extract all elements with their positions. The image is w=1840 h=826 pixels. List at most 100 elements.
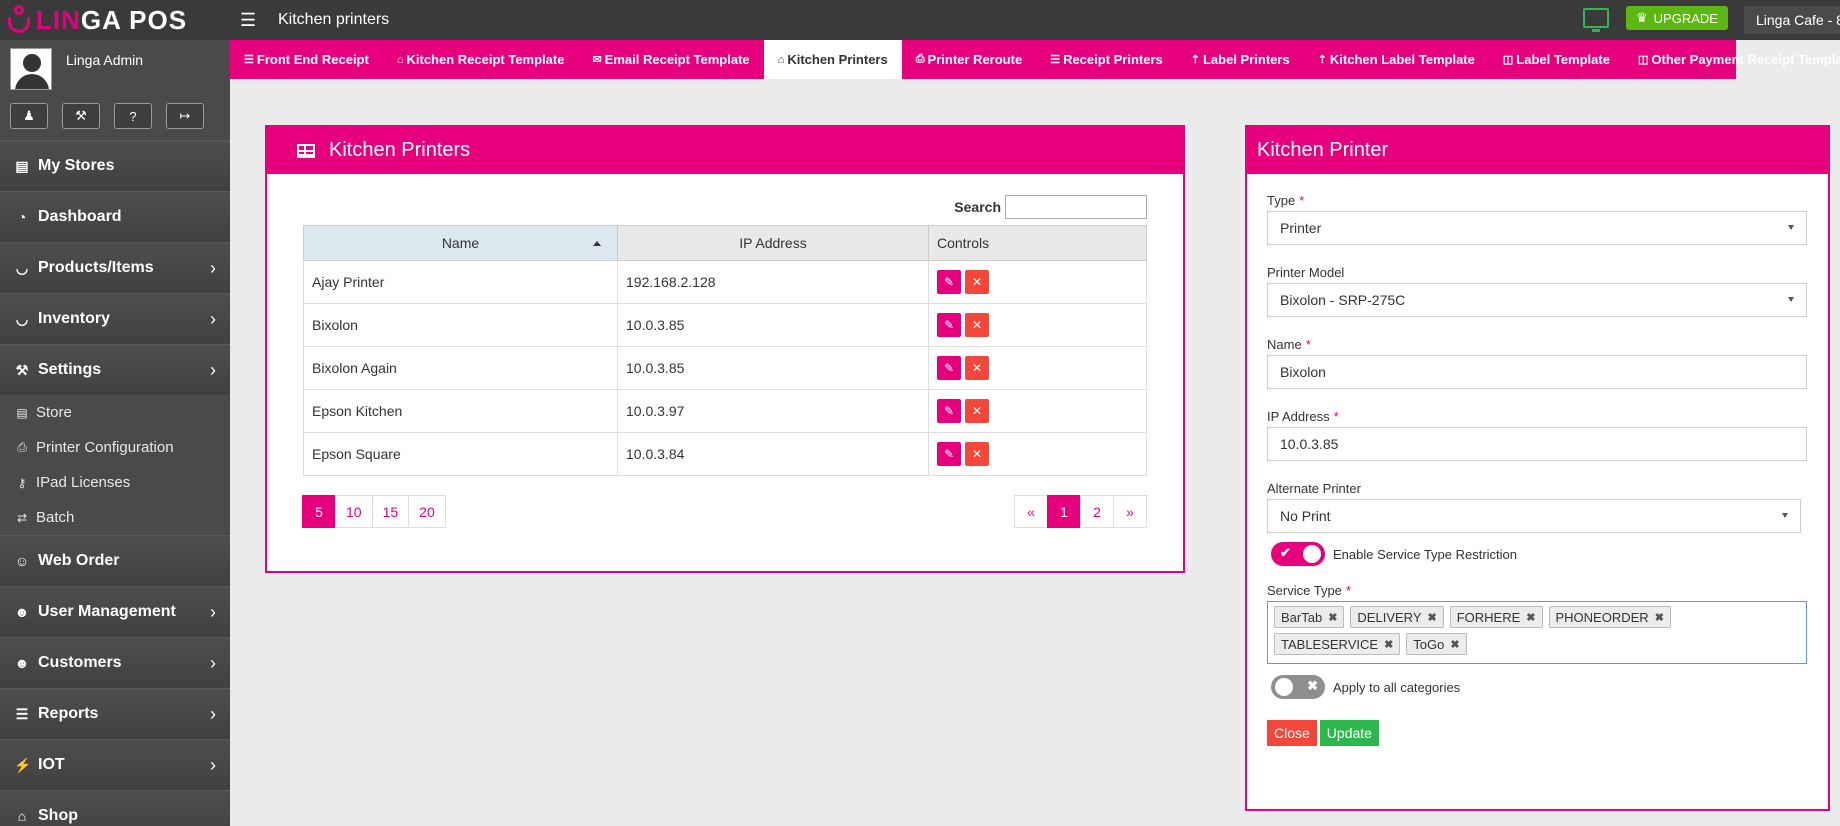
page-size-15[interactable]: 15 bbox=[371, 495, 410, 528]
sidebar-item-customers[interactable]: ☻ Customers › bbox=[0, 637, 230, 688]
sidebar-item-settings[interactable]: ⚒ Settings › bbox=[0, 344, 230, 395]
delete-button[interactable]: ✕ bbox=[965, 399, 989, 423]
printer-form: Type * Printer Printer Model Bixolon - SR… bbox=[1267, 193, 1807, 746]
upgrade-label: UPGRADE bbox=[1653, 10, 1718, 26]
column-header-ip[interactable]: IP Address bbox=[617, 225, 929, 261]
tab-front-end-receipt[interactable]: ☰ Front End Receipt bbox=[230, 40, 383, 79]
sidebar-subitem-printer-configuration[interactable]: ⎙ Printer Configuration bbox=[0, 430, 230, 465]
edit-button[interactable]: ✎ bbox=[937, 442, 961, 466]
store-selector[interactable]: Linga Cafe - 83 bbox=[1744, 6, 1840, 34]
caret-down-icon bbox=[1788, 225, 1794, 230]
edit-button[interactable]: ✎ bbox=[937, 399, 961, 423]
close-button[interactable]: Close bbox=[1267, 720, 1317, 746]
tab-email-receipt-template[interactable]: ✉ Email Receipt Template bbox=[578, 40, 763, 79]
help-button[interactable]: ? bbox=[114, 103, 152, 129]
service-type-tag: FORHERE ✖ bbox=[1449, 606, 1543, 628]
report-icon: ☰ bbox=[15, 705, 29, 722]
envelope-icon: ✉ bbox=[592, 54, 602, 66]
pager-page-1[interactable]: 1 bbox=[1047, 495, 1081, 528]
tab-label: Kitchen Printers bbox=[787, 52, 888, 67]
edit-button[interactable]: ✎ bbox=[937, 356, 961, 380]
sidebar-item-shop[interactable]: ⌂ Shop bbox=[0, 790, 230, 826]
tab-label-printers[interactable]: ⇡ Label Printers bbox=[1177, 40, 1304, 79]
cell-name: Epson Kitchen bbox=[303, 389, 618, 433]
apply-all-toggle[interactable]: ✖ bbox=[1271, 675, 1325, 699]
edit-button[interactable]: ✎ bbox=[937, 270, 961, 294]
logout-button[interactable]: ↦ bbox=[166, 103, 204, 129]
sidebar-item-label: My Stores bbox=[38, 157, 115, 174]
pencil-icon: ✎ bbox=[943, 447, 955, 461]
pager-prev-button[interactable]: « bbox=[1014, 495, 1048, 528]
remove-tag-icon[interactable]: ✖ bbox=[1384, 638, 1393, 651]
search-input[interactable] bbox=[1005, 195, 1147, 219]
column-header-name[interactable]: Name bbox=[303, 225, 618, 261]
tab-kitchen-receipt-template[interactable]: ⌂ Kitchen Receipt Template bbox=[383, 40, 579, 79]
name-input[interactable]: Bixolon bbox=[1267, 355, 1807, 389]
page-size-20[interactable]: 20 bbox=[408, 495, 446, 528]
remove-tag-icon[interactable]: ✖ bbox=[1450, 638, 1459, 651]
wrench-icon: ⚒ bbox=[15, 361, 29, 378]
printer-model-label: Printer Model bbox=[1267, 265, 1345, 280]
tab-other-payment-receipt-template[interactable]: ◫ Other Payment Receipt Template bbox=[1624, 40, 1840, 79]
user-icon: ♟ bbox=[23, 108, 35, 123]
type-select[interactable]: Printer bbox=[1267, 211, 1807, 245]
cell-controls: ✎ ✕ bbox=[928, 260, 1147, 304]
edit-button[interactable]: ✎ bbox=[937, 313, 961, 337]
sidebar-item-products-items[interactable]: ◡ Products/Items › bbox=[0, 242, 230, 293]
tab-receipt-printers[interactable]: ☰ Receipt Printers bbox=[1036, 40, 1177, 79]
printer-model-select[interactable]: Bixolon - SRP-275C bbox=[1267, 283, 1807, 317]
remove-tag-icon[interactable]: ✖ bbox=[1328, 611, 1337, 624]
page-size-10[interactable]: 10 bbox=[335, 495, 373, 528]
sidebar-item-user-management[interactable]: ☻ User Management › bbox=[0, 586, 230, 637]
sidebar-item-inventory[interactable]: ◡ Inventory › bbox=[0, 293, 230, 344]
profile-button[interactable]: ♟ bbox=[10, 103, 48, 129]
menu-icon[interactable]: ☰ bbox=[240, 10, 260, 31]
tab-label: Printer Reroute bbox=[927, 52, 1023, 67]
sidebar-item-my-stores[interactable]: ▤ My Stores bbox=[0, 140, 230, 191]
pagination: «1 2» bbox=[1014, 495, 1147, 528]
sidebar-subitem-batch[interactable]: ⇄ Batch bbox=[0, 500, 230, 535]
table-icon bbox=[297, 143, 315, 158]
delete-button[interactable]: ✕ bbox=[965, 356, 989, 380]
service-restriction-toggle[interactable]: ✔ bbox=[1271, 542, 1325, 566]
sidebar-item-web-order[interactable]: ☺ Web Order bbox=[0, 535, 230, 586]
remove-tag-icon[interactable]: ✖ bbox=[1526, 611, 1535, 624]
logo[interactable]: LINGA POS bbox=[0, 0, 230, 40]
basket-icon: ◡ bbox=[15, 259, 29, 276]
sidebar-item-iot[interactable]: ⚡ IOT › bbox=[0, 739, 230, 790]
sidebar-item-reports[interactable]: ☰ Reports › bbox=[0, 688, 230, 739]
remove-tag-icon[interactable]: ✖ bbox=[1655, 611, 1664, 624]
sidebar-subitem-ipad-licenses[interactable]: ⚷ IPad Licenses bbox=[0, 465, 230, 500]
upgrade-button[interactable]: ♛ UPGRADE bbox=[1626, 6, 1728, 30]
alternate-printer-select[interactable]: No Print bbox=[1267, 499, 1801, 533]
delete-button[interactable]: ✕ bbox=[965, 442, 989, 466]
delete-button[interactable]: ✕ bbox=[965, 313, 989, 337]
remove-tag-icon[interactable]: ✖ bbox=[1428, 611, 1437, 624]
cell-name: Bixolon Again bbox=[303, 346, 618, 390]
tag-label: DELIVERY bbox=[1357, 609, 1422, 625]
delete-button[interactable]: ✕ bbox=[965, 270, 989, 294]
service-type-multiselect[interactable]: BarTab ✖ DELIVERY ✖ FORHERE ✖ PHONEORDER ✖ TABLE… bbox=[1267, 601, 1807, 664]
tab-printer-reroute[interactable]: ⎙ Printer Reroute bbox=[902, 40, 1036, 79]
printers-table: Name IP Address Controls Ajay Printer 192… bbox=[303, 225, 1147, 476]
page-size-5[interactable]: 5 bbox=[302, 495, 336, 528]
users-icon: ☻ bbox=[14, 655, 30, 671]
tab-label: Other Payment Receipt Template bbox=[1651, 52, 1840, 67]
cell-ip: 192.168.2.128 bbox=[617, 260, 929, 304]
sidebar-item-dashboard[interactable]: ◔ Dashboard bbox=[0, 191, 230, 242]
sidebar-subitem-store[interactable]: ▤ Store bbox=[0, 395, 230, 430]
tab-kitchen-printers[interactable]: ⌂ Kitchen Printers bbox=[763, 40, 902, 79]
pager-page-2[interactable]: 2 bbox=[1080, 495, 1114, 528]
ip-address-input[interactable]: 10.0.3.85 bbox=[1267, 427, 1807, 461]
chevron-right-icon: › bbox=[210, 257, 216, 278]
pager-next-button[interactable]: » bbox=[1113, 495, 1147, 528]
monitor-icon[interactable] bbox=[1583, 8, 1609, 32]
update-button[interactable]: Update bbox=[1319, 720, 1379, 746]
store-icon: ▤ bbox=[15, 157, 29, 174]
trash-icon: ✕ bbox=[971, 404, 983, 418]
tab-kitchen-label-template[interactable]: ⇡ Kitchen Label Template bbox=[1304, 40, 1489, 79]
cell-ip: 10.0.3.85 bbox=[617, 303, 929, 347]
settings-button[interactable]: ⚒ bbox=[62, 103, 100, 129]
tab-label-template[interactable]: ◫ Label Template bbox=[1489, 40, 1624, 79]
plug-icon: ⚡ bbox=[14, 756, 32, 773]
